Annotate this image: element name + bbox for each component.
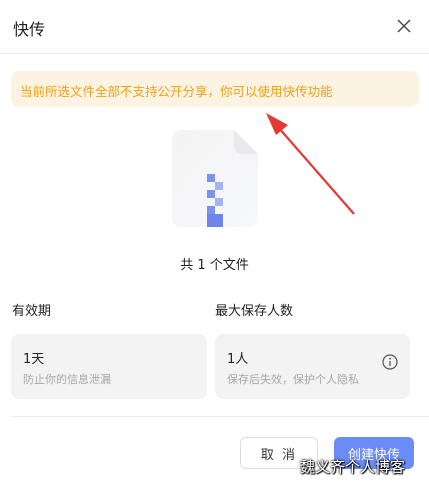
max-savers-value: 1人 <box>227 352 249 367</box>
footer-divider <box>11 416 429 417</box>
close-icon[interactable] <box>395 17 413 35</box>
max-savers-label: 最大保存人数 <box>215 304 294 319</box>
validity-select[interactable]: 1天 防止你的信息泄漏 <box>11 334 207 399</box>
max-savers-hint: 保存后失效，保护个人隐私 <box>227 373 359 386</box>
max-savers-select[interactable]: 1人 保存后失效，保护个人隐私 <box>215 334 410 399</box>
notice-text: 当前所选文件全部不支持公开分享，你可以使用快传功能 <box>20 84 333 99</box>
file-count: 共 1 个文件 <box>180 258 249 273</box>
dialog-title: 快传 <box>13 20 46 39</box>
dialog-header: 快传 <box>0 0 429 54</box>
zip-file-icon <box>172 130 258 227</box>
validity-label: 有效期 <box>12 304 52 319</box>
watermark: 魏义齐个人博客 <box>300 458 406 476</box>
validity-hint: 防止你的信息泄漏 <box>23 373 111 386</box>
validity-value: 1天 <box>23 352 45 367</box>
info-icon[interactable] <box>382 354 398 370</box>
notice-banner: 当前所选文件全部不支持公开分享，你可以使用快传功能 <box>11 71 419 107</box>
